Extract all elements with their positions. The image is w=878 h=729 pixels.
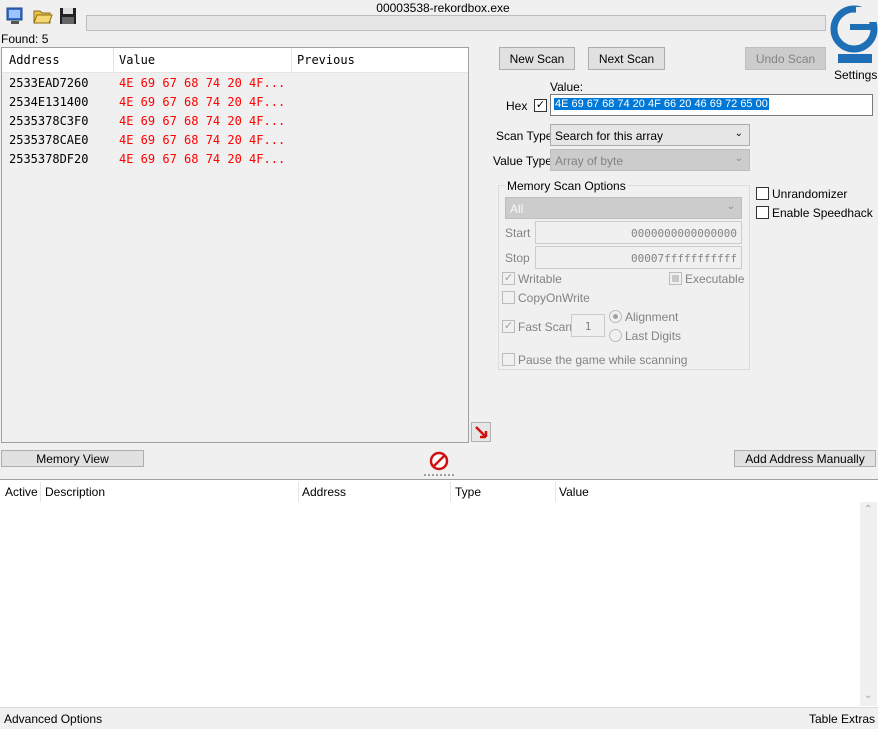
scan-results-list[interactable]: Address Value Previous 2533EAD7260 4E 69… xyxy=(1,47,469,443)
result-row[interactable]: 2535378CAE0 4E 69 67 68 74 20 4F... xyxy=(2,131,468,150)
address-list[interactable]: Active Description Address Type Value ⌃ … xyxy=(0,479,878,708)
value-input[interactable]: 4E 69 67 68 74 20 4F 66 20 46 69 72 65 0… xyxy=(550,94,873,116)
executable-label: Executable xyxy=(685,272,745,286)
start-address-input[interactable]: 0000000000000000 xyxy=(535,221,742,244)
column-value[interactable]: Value xyxy=(559,485,589,499)
scan-progress-bar xyxy=(86,15,826,31)
save-file-button[interactable] xyxy=(57,5,79,27)
result-address: 2535378DF20 xyxy=(9,152,89,166)
pause-game-label: Pause the game while scanning xyxy=(518,353,688,367)
writable-checkbox[interactable]: ✓ xyxy=(502,272,515,285)
red-arrow-icon xyxy=(475,426,488,439)
fast-scan-label: Fast Scan xyxy=(518,320,573,334)
column-address[interactable]: Address xyxy=(9,53,60,67)
copy-to-list-button[interactable] xyxy=(471,422,491,442)
settings-label[interactable]: Settings xyxy=(834,68,877,82)
alignment-radio[interactable] xyxy=(609,310,622,323)
memory-region-select[interactable]: All ⌄ xyxy=(505,197,742,219)
fast-scan-checkbox[interactable]: ✓ xyxy=(502,320,515,333)
splitter-grip[interactable] xyxy=(424,474,454,478)
copy-on-write-label: CopyOnWrite xyxy=(518,291,590,305)
result-value: 4E 69 67 68 74 20 4F... xyxy=(119,152,286,166)
scan-type-label: Scan Type xyxy=(496,129,553,143)
floppy-disk-icon xyxy=(60,8,76,24)
scan-type-select[interactable]: Search for this array ⌄ xyxy=(550,124,750,146)
window-title: 00003538-rekordbox.exe xyxy=(376,1,510,15)
unrandomizer-checkbox[interactable] xyxy=(756,187,769,200)
column-address[interactable]: Address xyxy=(302,485,346,499)
scroll-up-icon[interactable]: ⌃ xyxy=(864,504,872,515)
open-file-button[interactable] xyxy=(31,5,53,27)
address-list-scrollbar[interactable]: ⌃ ⌄ xyxy=(860,502,877,706)
fast-scan-value-input[interactable]: 1 xyxy=(571,314,605,337)
column-description[interactable]: Description xyxy=(45,485,105,499)
column-value[interactable]: Value xyxy=(119,53,155,67)
column-active[interactable]: Active xyxy=(5,485,38,499)
writable-label: Writable xyxy=(518,272,562,286)
column-type[interactable]: Type xyxy=(455,485,481,499)
result-row[interactable]: 2535378C3F0 4E 69 67 68 74 20 4F... xyxy=(2,112,468,131)
result-address: 2535378C3F0 xyxy=(9,114,89,128)
result-row[interactable]: 2535378DF20 4E 69 67 68 74 20 4F... xyxy=(2,150,468,169)
table-extras-link[interactable]: Table Extras xyxy=(809,712,875,726)
next-scan-button[interactable]: Next Scan xyxy=(588,47,665,70)
chevron-down-icon: ⌄ xyxy=(734,128,743,139)
stop-label: Stop xyxy=(505,251,530,265)
chevron-down-icon: ⌄ xyxy=(734,153,743,164)
result-row[interactable]: 2533EAD7260 4E 69 67 68 74 20 4F... xyxy=(2,74,468,93)
found-count: Found: 5 xyxy=(1,32,49,46)
result-address: 2534E131400 xyxy=(9,95,89,109)
value-input-text: 4E 69 67 68 74 20 4F 66 20 46 69 72 65 0… xyxy=(554,98,769,110)
hex-label: Hex xyxy=(506,99,528,113)
speedhack-label: Enable Speedhack xyxy=(772,206,873,220)
result-row[interactable]: 2534E131400 4E 69 67 68 74 20 4F... xyxy=(2,93,468,112)
value-type-label: Value Type xyxy=(493,154,552,168)
undo-scan-button[interactable]: Undo Scan xyxy=(745,47,826,70)
chevron-down-icon: ⌄ xyxy=(726,201,735,212)
no-entry-icon xyxy=(429,451,449,471)
last-digits-label: Last Digits xyxy=(625,329,682,343)
advanced-options-link[interactable]: Advanced Options xyxy=(4,712,102,726)
executable-checkbox[interactable] xyxy=(669,272,682,285)
copy-on-write-checkbox[interactable] xyxy=(502,291,515,304)
new-scan-button[interactable]: New Scan xyxy=(499,47,575,70)
column-previous[interactable]: Previous xyxy=(297,53,355,67)
open-folder-icon xyxy=(33,10,53,24)
computer-process-icon xyxy=(6,7,23,24)
open-process-button[interactable] xyxy=(4,5,26,27)
speedhack-checkbox[interactable] xyxy=(756,206,769,219)
value-type-select[interactable]: Array of byte ⌄ xyxy=(550,149,750,171)
memory-scan-options-title: Memory Scan Options xyxy=(505,179,628,193)
result-value: 4E 69 67 68 74 20 4F... xyxy=(119,95,286,109)
hex-checkbox[interactable]: ✓ xyxy=(534,99,547,112)
cheat-engine-logo[interactable] xyxy=(830,0,878,66)
unrandomizer-label: Unrandomizer xyxy=(772,187,848,201)
clear-list-button[interactable] xyxy=(429,451,449,471)
add-address-manually-button[interactable]: Add Address Manually xyxy=(734,450,876,467)
memory-view-button[interactable]: Memory View xyxy=(1,450,144,467)
memory-region-value: All xyxy=(510,202,524,216)
scan-type-value: Search for this array xyxy=(555,129,664,143)
last-digits-radio[interactable] xyxy=(609,329,622,342)
result-address: 2533EAD7260 xyxy=(9,76,89,90)
stop-address-input[interactable]: 00007fffffffffff xyxy=(535,246,742,269)
start-label: Start xyxy=(505,226,531,240)
pause-game-checkbox[interactable] xyxy=(502,353,515,366)
scroll-down-icon[interactable]: ⌄ xyxy=(864,690,872,701)
value-label: Value: xyxy=(550,80,584,94)
result-value: 4E 69 67 68 74 20 4F... xyxy=(119,133,286,147)
result-value: 4E 69 67 68 74 20 4F... xyxy=(119,114,286,128)
cheat-engine-logo-icon xyxy=(830,5,878,63)
result-address: 2535378CAE0 xyxy=(9,133,89,147)
value-type-value: Array of byte xyxy=(555,154,624,168)
results-header: Address Value Previous xyxy=(2,48,468,73)
alignment-label: Alignment xyxy=(625,310,679,324)
result-value: 4E 69 67 68 74 20 4F... xyxy=(119,76,286,90)
status-bar: Advanced Options Table Extras xyxy=(0,707,878,729)
